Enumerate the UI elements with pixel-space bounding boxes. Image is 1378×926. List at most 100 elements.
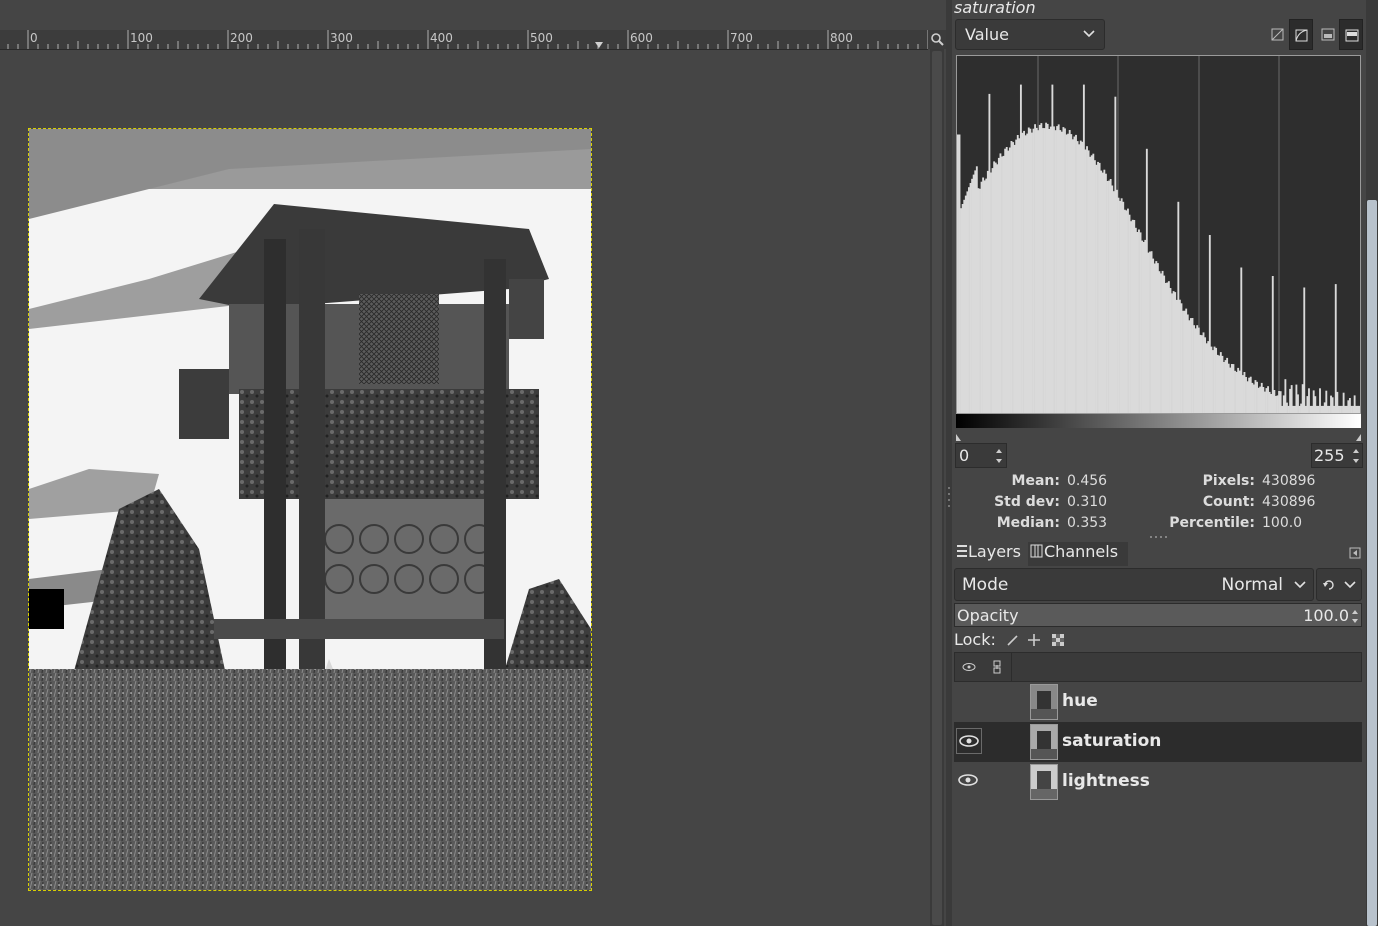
pixels-value: 430896	[1262, 473, 1316, 489]
dock-menu-icon[interactable]	[1349, 547, 1361, 559]
channels-icon	[1030, 544, 1043, 558]
layers-stack-icon	[957, 545, 967, 557]
stddev-value: 0.310	[1067, 494, 1108, 510]
lock-label: Lock:	[954, 630, 996, 649]
layer-name[interactable]: saturation	[1062, 731, 1161, 751]
histogram-bar	[1303, 287, 1306, 413]
range-slider[interactable]	[956, 428, 1361, 441]
spinner-arrows-icon[interactable]	[994, 446, 1004, 466]
ruler-label: 200	[230, 31, 253, 45]
image-canvas[interactable]	[28, 128, 592, 891]
pixels-label: Pixels:	[1202, 473, 1255, 489]
ruler-label: 400	[430, 31, 453, 45]
switch-mode-icon	[1323, 580, 1334, 590]
median-label: Median:	[996, 515, 1060, 531]
layer-thumbnail	[1030, 684, 1058, 720]
canvas-top-strip	[0, 0, 928, 30]
value-gradient-bar	[956, 414, 1361, 428]
panel-vertical-scrollbar[interactable]	[1366, 0, 1378, 926]
histogram-outline-button[interactable]	[1339, 19, 1363, 50]
log-histogram-icon	[1295, 29, 1308, 42]
tab-layers[interactable]: Layers	[954, 542, 1026, 566]
layer-thumbnail	[1030, 764, 1058, 800]
canvas-vertical-scrollbar[interactable]	[930, 49, 944, 926]
lock-row: Lock:	[954, 630, 1064, 650]
histogram-bar	[1358, 405, 1361, 413]
magnifier-icon	[931, 33, 944, 46]
layer-name[interactable]: hue	[1062, 691, 1098, 711]
horizontal-ruler[interactable]: 0 100 200 300 400 500 600 700 800	[0, 30, 928, 50]
channel-dropdown-value: Value	[965, 25, 1009, 44]
stddev-label: Std dev:	[994, 494, 1060, 510]
chevron-down-icon	[1294, 581, 1306, 589]
percentile-value: 100.0	[1262, 515, 1303, 531]
log-scale-button[interactable]	[1289, 19, 1313, 50]
ruler-label: 600	[630, 31, 653, 45]
chevron-down-icon	[1344, 581, 1356, 589]
mean-value: 0.456	[1067, 473, 1108, 489]
histogram-outline-icon	[1345, 29, 1359, 42]
range-max-spinner[interactable]: 255	[1311, 443, 1363, 468]
range-max-value: 255	[1314, 446, 1345, 465]
percentile-label: Percentile:	[1169, 515, 1255, 531]
linear-histogram-icon	[1271, 28, 1284, 41]
median-value: 0.353	[1067, 515, 1108, 531]
chain-link-icon	[993, 660, 1001, 674]
histogram-layer-title: saturation	[954, 0, 1036, 17]
mean-label: Mean:	[1011, 473, 1060, 489]
histogram-plot	[957, 56, 1361, 414]
lock-alpha-icon[interactable]	[1051, 633, 1065, 647]
layer-visibility-toggle[interactable]	[956, 688, 982, 714]
ruler-label: 700	[730, 31, 753, 45]
mode-label: Mode	[962, 575, 1009, 595]
histogram-channel-dropdown[interactable]: Value	[955, 19, 1105, 50]
layer-visibility-toggle[interactable]	[956, 728, 982, 754]
eye-icon	[962, 663, 976, 671]
layer-row-hue[interactable]: hue	[954, 682, 1362, 722]
eye-icon	[959, 735, 979, 747]
ruler-label: 300	[330, 31, 353, 45]
histogram-graph[interactable]	[956, 55, 1361, 414]
ruler-pointer-marker	[595, 42, 603, 48]
layer-thumbnail	[1030, 724, 1058, 760]
layer-row-saturation[interactable]: saturation	[954, 722, 1362, 762]
ruler-label: 0	[30, 31, 38, 45]
histogram-bars-icon	[1321, 28, 1335, 41]
layer-visibility-toggle[interactable]	[956, 768, 982, 794]
ruler-label: 100	[130, 31, 153, 45]
layers-list[interactable]: hue saturation lightness	[954, 682, 1362, 926]
range-min-handle	[956, 434, 961, 441]
range-min-spinner[interactable]: 0	[955, 443, 1007, 468]
mode-value: Normal	[1221, 575, 1283, 595]
count-value: 430896	[1262, 494, 1316, 510]
range-max-handle	[1356, 434, 1361, 441]
scrollbar-thumb[interactable]	[1367, 200, 1377, 926]
scrollbar-thumb[interactable]	[932, 51, 942, 925]
opacity-slider[interactable]: Opacity 100.0	[954, 603, 1362, 627]
zoom-corner-button[interactable]	[928, 30, 946, 49]
tab-channels[interactable]: Channels	[1028, 542, 1128, 566]
range-min-value: 0	[959, 446, 970, 465]
layer-row-lightness[interactable]: lightness	[954, 762, 1362, 802]
eye-icon	[958, 774, 978, 786]
tab-channels-label: Channels	[1044, 542, 1119, 561]
composite-mode-dropdown[interactable]	[1316, 568, 1362, 601]
spinner-arrows-icon[interactable]	[1351, 446, 1361, 466]
opacity-value: 100.0	[1303, 606, 1349, 625]
ruler-label: 800	[830, 31, 853, 45]
histogram-view-button[interactable]	[1316, 19, 1340, 50]
image-content	[29, 129, 591, 890]
layer-mode-dropdown[interactable]: Mode Normal	[954, 568, 1314, 601]
pane-resize-grip-icon[interactable]	[1148, 534, 1168, 540]
ruler-label: 500	[530, 31, 553, 45]
lock-pixels-icon[interactable]	[1005, 633, 1019, 647]
count-label: Count:	[1202, 494, 1255, 510]
layers-list-header	[954, 652, 1362, 682]
opacity-label: Opacity	[957, 606, 1019, 625]
linear-scale-button[interactable]	[1266, 19, 1290, 50]
layer-name[interactable]: lightness	[1062, 771, 1150, 791]
lock-position-icon[interactable]	[1027, 633, 1041, 647]
chevron-down-icon	[1082, 24, 1096, 48]
tab-layers-label: Layers	[968, 542, 1021, 561]
spinner-arrows-icon[interactable]	[1350, 606, 1360, 626]
